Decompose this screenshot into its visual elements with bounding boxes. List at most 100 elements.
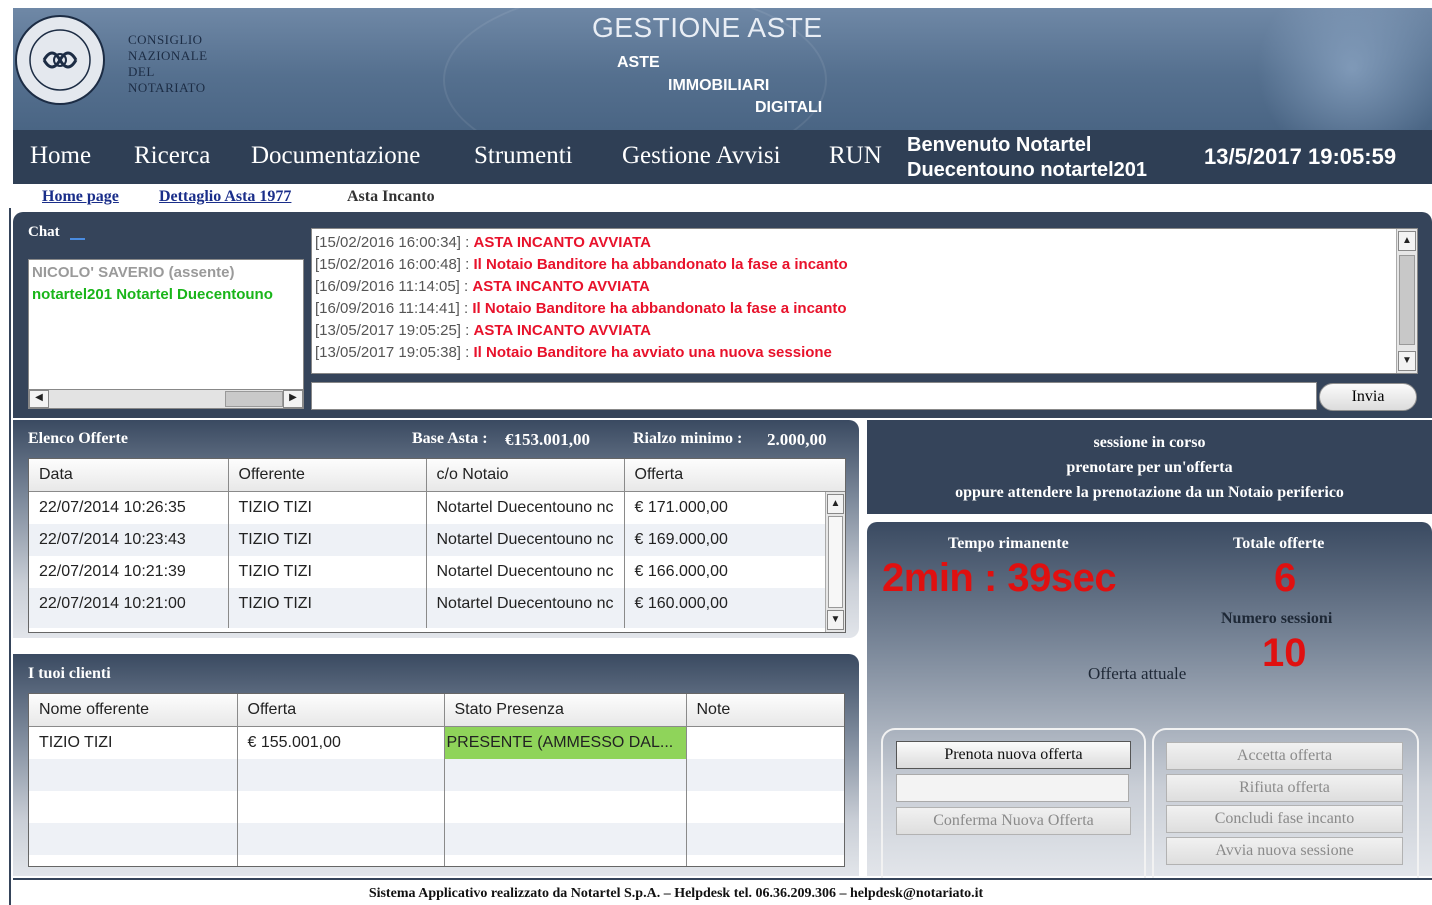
totale-offerte-label: Totale offerte <box>1233 535 1325 552</box>
chat-users-list[interactable]: NICOLO' SAVERIO (assente) notartel201 No… <box>28 259 304 391</box>
nav-strumenti[interactable]: Strumenti <box>474 142 573 170</box>
breadcrumb-dettaglio-asta[interactable]: Dettaglio Asta 1977 <box>159 188 291 206</box>
clients-title: I tuoi clienti <box>28 665 111 682</box>
chat-user-2[interactable]: notartel201 Notartel Duecentouno <box>32 286 273 303</box>
table-row[interactable]: 22/07/2014 10:21:39 TIZIO TIZI Notartel Du… <box>29 556 827 588</box>
offer-cell: € 169.000,00 <box>624 524 827 556</box>
offer-cell: € 160.000,00 <box>624 588 827 620</box>
table-row[interactable]: TIZIO TIZI € 155.001,00 PRESENTE (AMMESS… <box>29 726 844 759</box>
chat-log-vscrollbar[interactable]: ▲ ▼ <box>1396 229 1417 373</box>
chat-message: [15/02/2016 16:00:48] : Il Notaio Bandit… <box>315 254 848 276</box>
client-presence-cell: PRESENTE (AMMESSO DAL... <box>444 726 687 759</box>
table-row[interactable]: 22/07/2014 10:21:00 TIZIO TIZI Notartel Du… <box>29 588 827 620</box>
chat-message-timestamp: [15/02/2016 16:00:48] <box>315 256 461 273</box>
totale-offerte-value: 6 <box>1274 556 1297 600</box>
clients-col-stato[interactable]: Stato Presenza <box>444 694 687 727</box>
accetta-offerta-button[interactable]: Accetta offerta <box>1166 742 1403 770</box>
clients-col-note[interactable]: Note <box>686 694 844 727</box>
rialzo-minimo-value: 2.000,00 <box>767 430 827 449</box>
offer-cell: TIZIO TIZI <box>228 556 427 588</box>
numero-sessioni-value: 10 <box>1262 631 1307 675</box>
table-row[interactable]: 22/07/2014 10:23:43 TIZIO TIZI Notartel Du… <box>29 524 827 556</box>
offers-title: Elenco Offerte <box>28 430 128 447</box>
offer-cell: € 171.000,00 <box>624 491 827 524</box>
nav-home[interactable]: Home <box>30 142 91 170</box>
concludi-fase-incanto-button[interactable]: Concludi fase incanto <box>1166 805 1403 833</box>
prenota-offerta-button[interactable]: Prenota nuova offerta <box>896 741 1131 769</box>
clients-table: Nome offerente Offerta Stato Presenza No… <box>28 693 845 867</box>
nuova-offerta-input[interactable] <box>896 774 1129 802</box>
chat-message-timestamp: [16/09/2016 11:14:05] <box>315 278 460 295</box>
chat-message-separator: : <box>459 278 473 295</box>
session-status-line-3: oppure attendere la prenotazione da un N… <box>955 484 1344 501</box>
table-row[interactable]: 22/07/2014 10:26:35 TIZIO TIZI Notartel Du… <box>29 491 827 524</box>
offers-table: Data Offerente c/o Notaio Offerta 22/07/… <box>28 458 846 633</box>
chat-message-text: Il Notaio Banditore ha avviato una nuova… <box>473 344 832 361</box>
chat-message-text: ASTA INCANTO AVVIATA <box>473 234 651 251</box>
globe-graphic <box>1232 8 1432 130</box>
client-name-cell: TIZIO TIZI <box>29 726 238 759</box>
clients-col-offerta[interactable]: Offerta <box>237 694 445 727</box>
chat-message-text: ASTA INCANTO AVVIATA <box>472 278 650 295</box>
scroll-up-icon[interactable]: ▲ <box>1398 231 1416 251</box>
scroll-down-icon[interactable]: ▼ <box>827 610 844 630</box>
breadcrumb-home[interactable]: Home page <box>42 188 119 206</box>
org-name-line-1: CONSIGLIO <box>128 32 203 47</box>
offers-vscrollbar[interactable]: ▲ ▼ <box>825 492 845 632</box>
app-subtitle-1: ASTE <box>617 54 660 71</box>
breadcrumb-current: Asta Incanto <box>347 188 435 205</box>
page-left-border <box>9 208 11 905</box>
scroll-thumb[interactable] <box>1399 255 1415 345</box>
chat-send-button[interactable]: Invia <box>1319 383 1417 411</box>
nav-gestione-avvisi[interactable]: Gestione Avvisi <box>622 142 781 170</box>
nav-run[interactable]: RUN <box>829 142 882 170</box>
chat-message-separator: : <box>460 256 474 273</box>
chat-message-separator: : <box>460 322 474 339</box>
current-datetime: 13/5/2017 19:05:59 <box>1204 144 1397 169</box>
offers-col-offerta[interactable]: Offerta <box>624 459 827 492</box>
offers-col-offerente[interactable]: Offerente <box>228 459 427 492</box>
chat-message-timestamp: [13/05/2017 19:05:38] <box>315 344 461 361</box>
offer-cell: Notartel Duecentouno nc <box>426 491 625 524</box>
clients-col-nome[interactable]: Nome offerente <box>29 694 238 727</box>
chat-message-text: Il Notaio Banditore ha abbandonato la fa… <box>472 300 847 317</box>
chat-user-1[interactable]: NICOLO' SAVERIO (assente) <box>32 264 235 281</box>
rifiuta-offerta-button[interactable]: Rifiuta offerta <box>1166 774 1403 802</box>
chat-message-separator: : <box>460 234 474 251</box>
chat-message-text: Il Notaio Banditore ha abbandonato la fa… <box>473 256 848 273</box>
chat-messages-log[interactable]: [15/02/2016 16:00:34] : ASTA INCANTO AVV… <box>311 228 1418 374</box>
table-row-empty <box>29 823 844 855</box>
scroll-thumb[interactable] <box>828 516 843 608</box>
scroll-left-icon[interactable]: ◀ <box>29 390 49 408</box>
nav-documentazione[interactable]: Documentazione <box>251 142 420 170</box>
chat-users-hscrollbar[interactable]: ◀ ▶ <box>28 389 304 409</box>
chat-message: [15/02/2016 16:00:34] : ASTA INCANTO AVV… <box>315 232 848 254</box>
table-row-empty <box>29 620 827 628</box>
scroll-down-icon[interactable]: ▼ <box>1398 351 1416 371</box>
table-row-empty <box>29 791 844 823</box>
offer-cell: 22/07/2014 10:26:35 <box>29 491 229 524</box>
offers-col-data[interactable]: Data <box>29 459 229 492</box>
chat-message-separator: : <box>460 344 474 361</box>
chat-message-timestamp: [16/09/2016 11:14:41] <box>315 300 460 317</box>
avvia-nuova-sessione-button[interactable]: Avvia nuova sessione <box>1166 837 1403 865</box>
scroll-up-icon[interactable]: ▲ <box>827 494 844 514</box>
offers-header-corner <box>826 459 845 492</box>
offer-cell: € 166.000,00 <box>624 556 827 588</box>
client-offer-cell: € 155.001,00 <box>237 726 445 759</box>
chat-minimize-icon[interactable] <box>70 238 85 240</box>
chat-message-input[interactable] <box>311 382 1317 410</box>
nav-ricerca[interactable]: Ricerca <box>134 142 210 170</box>
offers-col-notaio[interactable]: c/o Notaio <box>426 459 625 492</box>
chat-message: [13/05/2017 19:05:38] : Il Notaio Bandit… <box>315 342 848 364</box>
conferma-offerta-button[interactable]: Conferma Nuova Offerta <box>896 807 1131 835</box>
org-name-line-3: DEL <box>128 64 155 79</box>
footer-divider <box>13 878 1432 880</box>
chat-message-text: ASTA INCANTO AVVIATA <box>473 322 651 339</box>
scroll-right-icon[interactable]: ▶ <box>283 390 303 408</box>
scroll-thumb[interactable] <box>225 391 283 407</box>
footer-text: Sistema Applicativo realizzato da Notart… <box>368 886 984 901</box>
session-status-line-1: sessione in corso <box>1093 434 1206 451</box>
chat-message: [16/09/2016 11:14:41] : Il Notaio Bandit… <box>315 298 848 320</box>
offer-cell: Notartel Duecentouno nc <box>426 588 625 620</box>
